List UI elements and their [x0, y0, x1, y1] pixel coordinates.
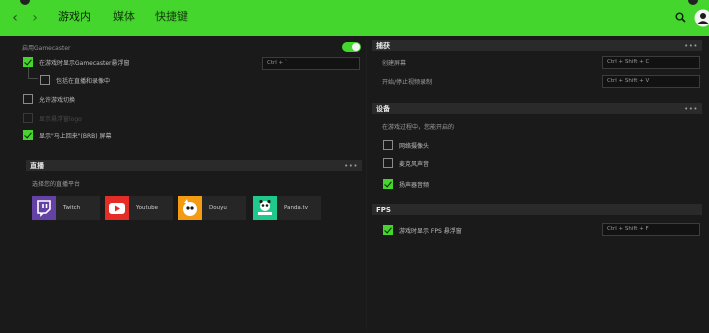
option-microphone[interactable]: 麦克风声音: [383, 156, 429, 170]
douyu-label: Douyu: [209, 205, 227, 211]
pandatv-icon: [253, 196, 277, 220]
show-fps-label: 游戏时显示 FPS 悬浮窗: [399, 227, 462, 235]
tab-media[interactable]: 媒体: [113, 10, 135, 24]
column-divider: [366, 40, 367, 330]
option-show-overlay-logo[interactable]: 显示悬浮窗logo: [23, 111, 82, 125]
overlay-shortcut-field[interactable]: Ctrl + `: [262, 57, 360, 70]
show-overlay-label: 在游戏时显示Gamecaster悬浮窗: [39, 59, 130, 67]
search-icon[interactable]: [675, 12, 686, 25]
option-show-fps[interactable]: 游戏时显示 FPS 悬浮窗: [383, 223, 462, 237]
live-platform-subtitle: 选择您的直播平台: [32, 181, 81, 188]
show-overlay-logo-label: 显示悬浮窗logo: [39, 115, 82, 123]
toggle-knob: [352, 43, 360, 51]
show-overlay-checkbox[interactable]: [23, 57, 33, 67]
platform-youtube[interactable]: Youtube: [105, 196, 173, 220]
capture-screenshot-label: 创建屏幕: [382, 60, 407, 67]
allow-game-switch-label: 允许游戏切换: [39, 96, 76, 104]
option-brb-screen[interactable]: 显示"马上回来"(BRB) 屏幕: [23, 128, 112, 142]
brb-screen-label: 显示"马上回来"(BRB) 屏幕: [39, 132, 112, 140]
platform-list: Twitch Youtube Douyu Panda.tv: [32, 196, 362, 220]
option-show-overlay[interactable]: 在游戏时显示Gamecaster悬浮窗: [23, 55, 129, 69]
speaker-label: 扬声器音频: [399, 181, 430, 189]
capture-section-header: 捕获 •••: [372, 40, 702, 51]
twitch-icon: [32, 196, 56, 220]
youtube-icon: [105, 196, 129, 220]
forward-button[interactable]: ›: [28, 9, 42, 27]
twitch-label: Twitch: [63, 205, 81, 211]
capture-record-label: 开始/停止视频录制: [382, 79, 433, 86]
webcam-checkbox[interactable]: [383, 140, 393, 150]
douyu-icon: [178, 196, 202, 220]
brb-screen-checkbox[interactable]: [23, 130, 33, 140]
pandatv-label: Panda.tv: [284, 205, 308, 211]
platform-twitch[interactable]: Twitch: [32, 196, 100, 220]
allow-game-switch-checkbox[interactable]: [23, 94, 33, 104]
user-avatar-icon[interactable]: [694, 9, 709, 29]
show-overlay-logo-checkbox[interactable]: [23, 113, 33, 123]
top-bar: ‹ › 游戏内 媒体 快捷键: [0, 0, 709, 36]
devices-section-header: 设备 •••: [372, 103, 702, 114]
option-allow-game-switch[interactable]: 允许游戏切换: [23, 92, 75, 106]
fps-section-header: FPS: [372, 204, 702, 215]
tree-connector: [28, 67, 38, 79]
capture-section-title: 捕获: [376, 41, 390, 50]
fps-shortcut-field[interactable]: Ctrl + Shift + F: [602, 223, 700, 236]
devices-subtitle: 在游戏过程中，您能开启的: [382, 124, 455, 131]
webcam-label: 网络摄像头: [399, 142, 430, 150]
option-include-in-stream[interactable]: 包括在直播和录像中: [40, 73, 110, 87]
record-shortcut-field[interactable]: Ctrl + Shift + V: [602, 75, 700, 88]
live-more-button[interactable]: •••: [344, 162, 358, 170]
speaker-checkbox[interactable]: [383, 179, 393, 189]
window-notch: [688, 0, 698, 5]
youtube-label: Youtube: [136, 205, 158, 211]
devices-more-button[interactable]: •••: [684, 105, 698, 113]
live-section-title: 直播: [30, 161, 44, 170]
tab-in-game[interactable]: 游戏内: [58, 10, 91, 24]
back-button[interactable]: ‹: [8, 9, 22, 27]
capture-more-button[interactable]: •••: [684, 42, 698, 50]
window-notch: [20, 0, 30, 5]
devices-section-title: 设备: [376, 104, 390, 113]
option-webcam[interactable]: 网络摄像头: [383, 138, 429, 152]
microphone-checkbox[interactable]: [383, 158, 393, 168]
include-in-stream-label: 包括在直播和录像中: [56, 77, 111, 85]
option-speaker[interactable]: 扬声器音频: [383, 177, 429, 191]
fps-section-title: FPS: [376, 205, 391, 214]
platform-douyu[interactable]: Douyu: [178, 196, 246, 220]
enable-gamecaster-label: 启用Gamecaster: [22, 45, 71, 52]
platform-pandatv[interactable]: Panda.tv: [253, 196, 321, 220]
screenshot-shortcut-field[interactable]: Ctrl + Shift + C: [602, 56, 700, 69]
show-fps-checkbox[interactable]: [383, 225, 393, 235]
include-in-stream-checkbox[interactable]: [40, 75, 50, 85]
live-section-header: 直播 •••: [26, 160, 362, 171]
microphone-label: 麦克风声音: [399, 160, 430, 168]
enable-gamecaster-toggle[interactable]: [342, 42, 361, 52]
tab-shortcuts[interactable]: 快捷键: [155, 10, 188, 24]
